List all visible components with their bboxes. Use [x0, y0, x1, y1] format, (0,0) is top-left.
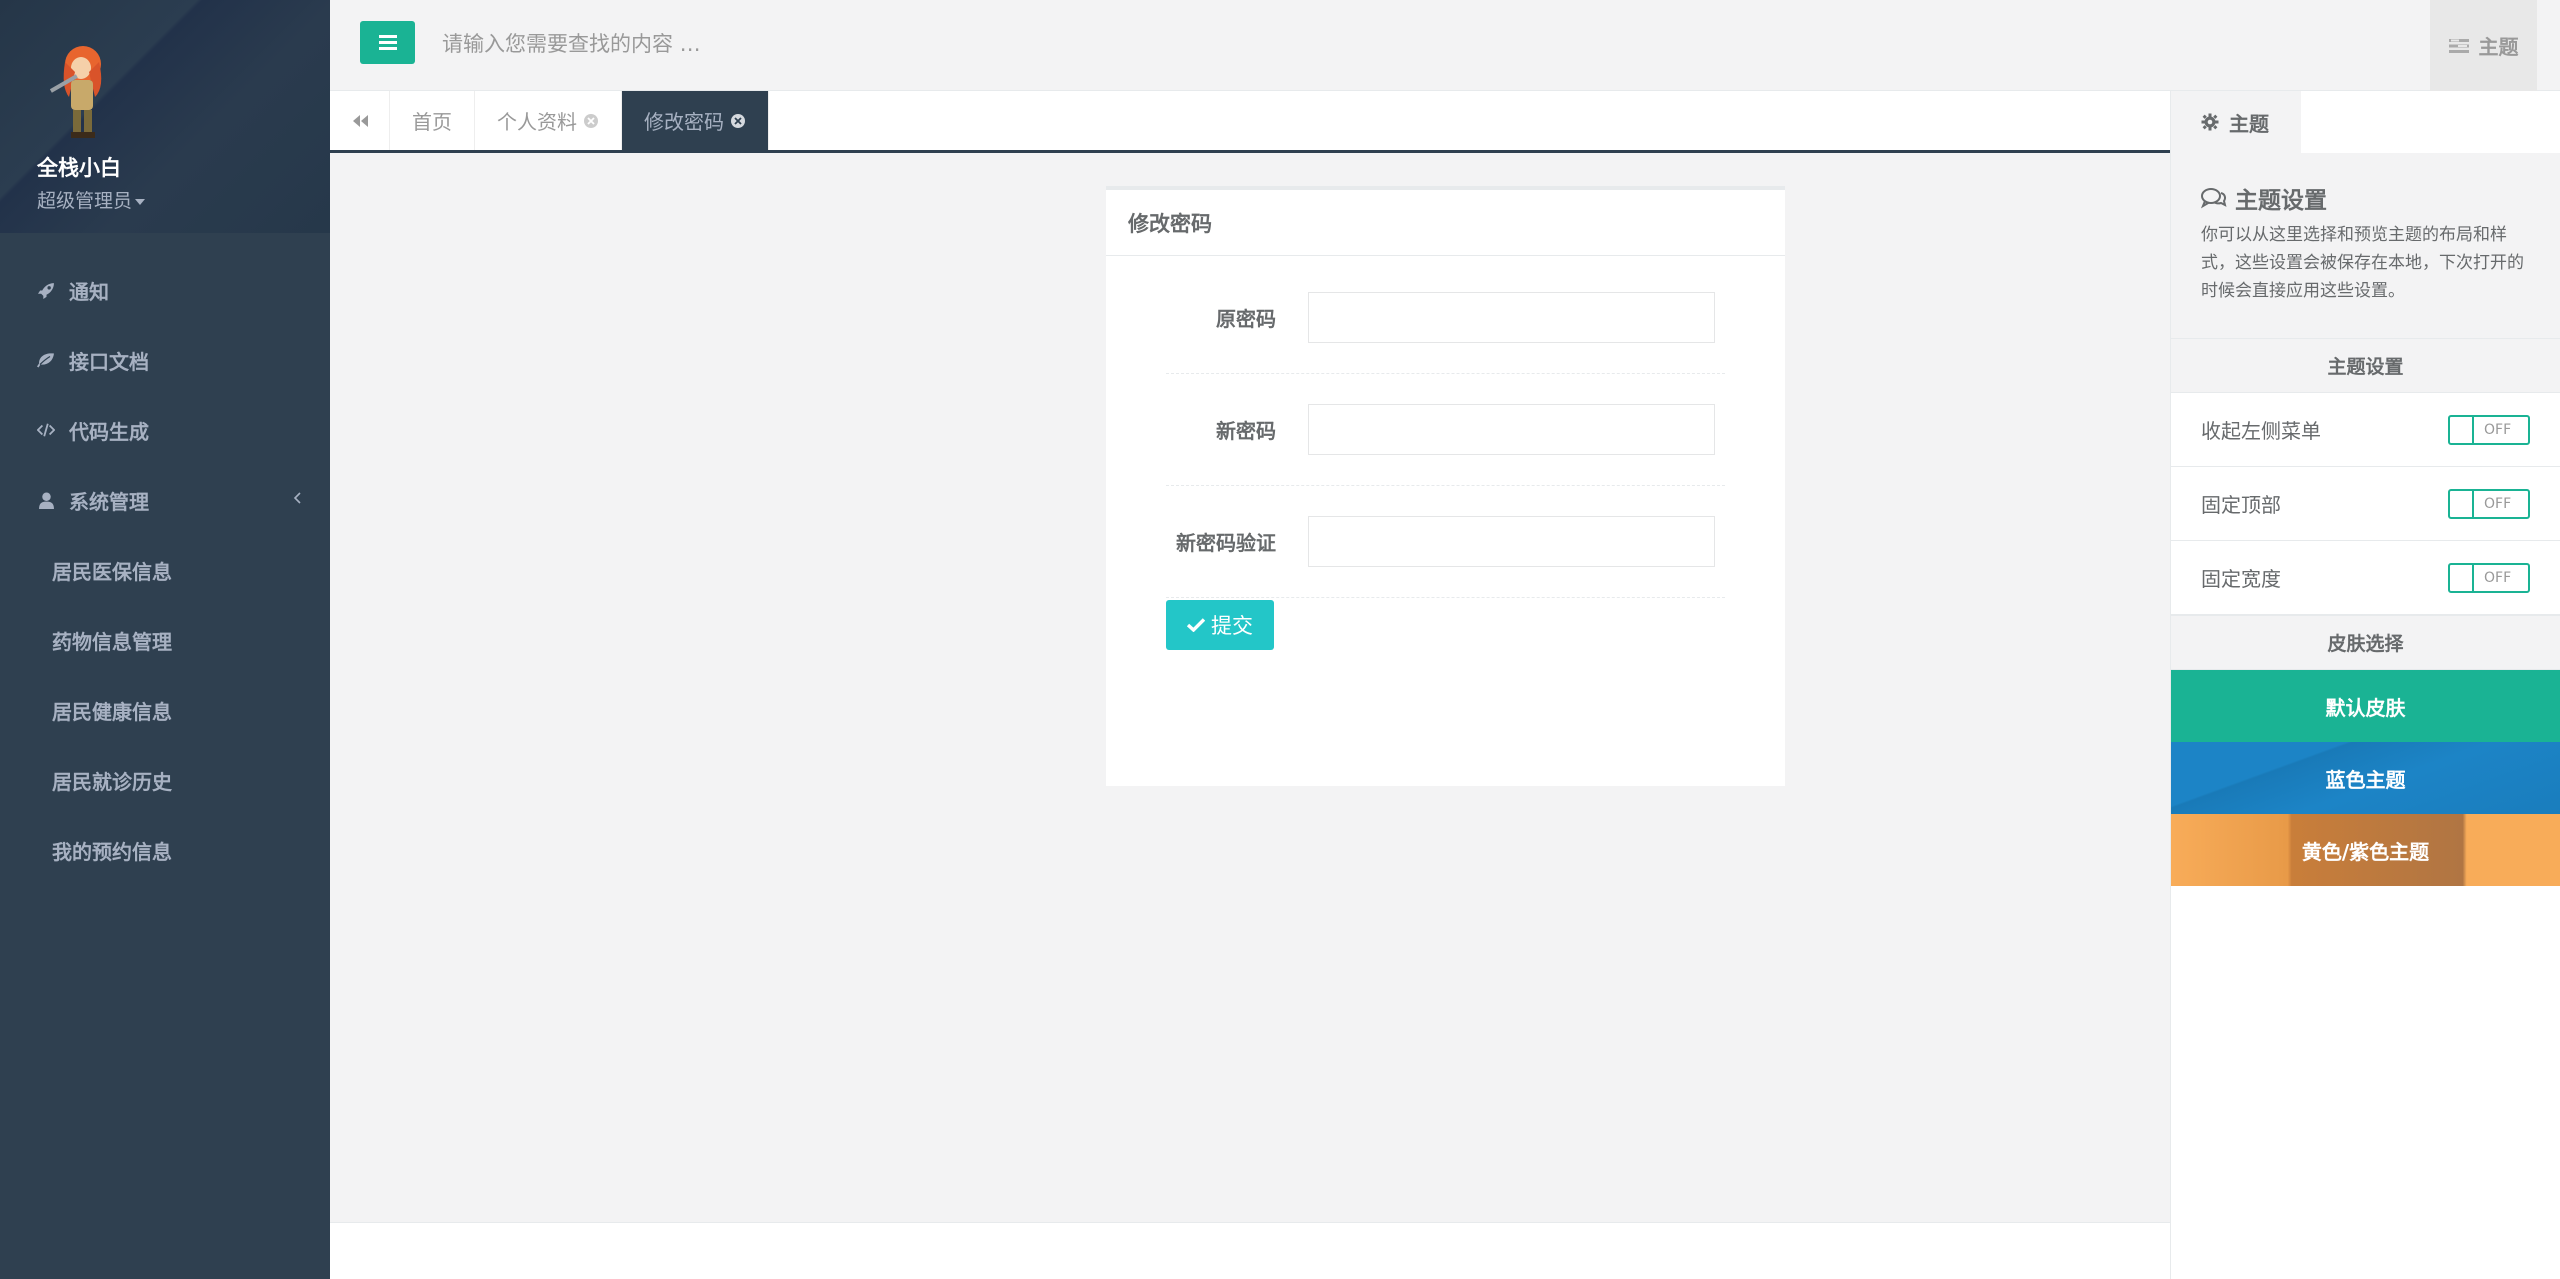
tabs-scroll-left-button[interactable] — [330, 91, 390, 150]
rocket-icon — [37, 281, 55, 299]
theme-button-label: 主题 — [2478, 35, 2519, 59]
skin-default-button[interactable]: 默认皮肤 — [2171, 670, 2560, 742]
sidebar: 全栈小白 超级管理员 通知 接口文档 代码生成 系统管理 居民医保信息 药物信息… — [0, 0, 330, 1279]
skin-label: 默认皮肤 — [2325, 695, 2406, 720]
avatar[interactable] — [41, 42, 121, 142]
search-input[interactable] — [442, 24, 1142, 64]
sidebar-subitem-label: 居民就诊历史 — [52, 769, 172, 794]
collapse-menu-toggle[interactable]: OFF — [2448, 414, 2530, 445]
sidebar-subitem-insurance[interactable]: 居民医保信息 — [0, 535, 330, 605]
old-password-label: 原密码 — [1216, 307, 1276, 331]
username: 全栈小白 — [37, 156, 121, 180]
panel-title: 修改密码 — [1106, 190, 1785, 256]
sidebar-item-notify[interactable]: 通知 — [0, 255, 330, 325]
sidebar-item-label: 接口文档 — [69, 349, 149, 374]
gear-icon — [2201, 113, 2219, 131]
sidebar-item-label: 系统管理 — [69, 489, 149, 514]
new-password-label: 新密码 — [1216, 419, 1276, 443]
close-icon[interactable] — [583, 113, 599, 129]
theme-heading-text: 主题设置 — [2235, 188, 2327, 214]
sidebar-item-api-docs[interactable]: 接口文档 — [0, 325, 330, 395]
backward-icon — [352, 114, 368, 127]
theme-heading: 主题设置 — [2201, 181, 2530, 215]
setting-label: 收起左侧菜单 — [2201, 419, 2321, 443]
submit-label: 提交 — [1211, 614, 1253, 638]
sidebar-subitem-appointments[interactable]: 我的预约信息 — [0, 815, 330, 885]
toggle-knob — [2450, 490, 2474, 517]
fixed-top-toggle[interactable]: OFF — [2448, 488, 2530, 519]
sidebar-item-system[interactable]: 系统管理 — [0, 465, 330, 535]
page-tabs: 首页 个人资料 修改密码 — [330, 91, 2170, 153]
chevron-left-icon — [293, 492, 301, 504]
caret-down-icon — [135, 198, 146, 205]
sidebar-nav: 通知 接口文档 代码生成 系统管理 居民医保信息 药物信息管理 居民健康信息 居… — [0, 255, 330, 885]
toggle-knob — [2450, 416, 2474, 443]
form-row-new-password: 新密码 — [1166, 374, 1725, 486]
user-role-label: 超级管理员 — [37, 190, 133, 212]
setting-collapse-menu: 收起左侧菜单 OFF — [2171, 393, 2560, 467]
sidebar-subitem-medicine[interactable]: 药物信息管理 — [0, 605, 330, 675]
sidebar-subitem-label: 药物信息管理 — [52, 629, 172, 654]
setting-label: 固定宽度 — [2201, 567, 2281, 591]
change-password-panel: 修改密码 原密码 新密码 新密码验证 提交 — [1106, 186, 1785, 786]
settings-header: 主题设置 — [2171, 338, 2560, 393]
sidebar-subitem-health[interactable]: 居民健康信息 — [0, 675, 330, 745]
user-icon — [37, 491, 55, 509]
setting-label: 固定顶部 — [2201, 493, 2281, 517]
tab-label: 首页 — [412, 110, 452, 134]
sidebar-subitem-label: 居民医保信息 — [52, 559, 172, 584]
tab-home[interactable]: 首页 — [390, 91, 475, 150]
skin-label: 蓝色主题 — [2325, 767, 2406, 792]
code-icon — [37, 421, 55, 439]
form-row-old-password: 原密码 — [1166, 262, 1725, 374]
sidebar-subitem-visits[interactable]: 居民就诊历史 — [0, 745, 330, 815]
sidebar-item-label: 通知 — [69, 279, 109, 304]
tab-change-password[interactable]: 修改密码 — [622, 91, 769, 150]
toggle-knob — [2450, 564, 2474, 591]
new-password-input[interactable] — [1308, 404, 1715, 455]
tab-theme[interactable]: 主题 — [2171, 91, 2301, 153]
top-navbar: 主题 — [330, 0, 2560, 91]
skin-blue-button[interactable]: 蓝色主题 — [2171, 742, 2560, 814]
check-icon — [1187, 618, 1205, 632]
setting-fixed-width: 固定宽度 OFF — [2171, 541, 2560, 615]
footer — [330, 1222, 2170, 1279]
comments-icon — [2201, 188, 2227, 209]
confirm-password-label: 新密码验证 — [1176, 531, 1276, 555]
theme-description: 你可以从这里选择和预览主题的布局和样式，这些设置会被保存在本地，下次打开的时候会… — [2201, 225, 2524, 301]
toggle-state: OFF — [2484, 569, 2512, 586]
profile-header: 全栈小白 超级管理员 — [0, 0, 330, 233]
tab-profile[interactable]: 个人资料 — [475, 91, 622, 150]
tab-label: 个人资料 — [497, 110, 577, 134]
user-role-dropdown[interactable]: 超级管理员 — [37, 186, 330, 213]
submit-button[interactable]: 提交 — [1166, 600, 1274, 650]
toggle-state: OFF — [2484, 495, 2512, 512]
setting-fixed-top: 固定顶部 OFF — [2171, 467, 2560, 541]
sidebar-subitem-label: 居民健康信息 — [52, 699, 172, 724]
hamburger-icon — [378, 35, 397, 50]
close-icon[interactable] — [730, 113, 746, 129]
fixed-width-toggle[interactable]: OFF — [2448, 562, 2530, 593]
menu-toggle-button[interactable] — [360, 21, 415, 64]
sidebar-item-label: 代码生成 — [69, 419, 149, 444]
sidebar-subitem-label: 我的预约信息 — [52, 839, 172, 864]
skin-header: 皮肤选择 — [2171, 615, 2560, 670]
theme-sidebar: 主题 主题设置 你可以从这里选择和预览主题的布局和样式，这些设置会被保存在本地，… — [2170, 91, 2560, 1279]
tasks-icon — [2448, 38, 2469, 53]
tab-theme-label: 主题 — [2229, 111, 2269, 136]
main-content: 修改密码 原密码 新密码 新密码验证 提交 — [330, 156, 2170, 1222]
leaf-icon — [37, 351, 55, 369]
theme-button[interactable]: 主题 — [2430, 0, 2537, 91]
tab-label: 修改密码 — [644, 110, 724, 134]
confirm-password-input[interactable] — [1308, 516, 1715, 567]
toggle-state: OFF — [2484, 421, 2512, 438]
theme-intro: 主题设置 你可以从这里选择和预览主题的布局和样式，这些设置会被保存在本地，下次打… — [2171, 153, 2560, 338]
old-password-input[interactable] — [1308, 292, 1715, 343]
skin-yellow-button[interactable]: 黄色/紫色主题 — [2171, 814, 2560, 886]
form-row-confirm-password: 新密码验证 — [1166, 486, 1725, 598]
skin-label: 黄色/紫色主题 — [2301, 839, 2430, 864]
sidebar-item-code-gen[interactable]: 代码生成 — [0, 395, 330, 465]
